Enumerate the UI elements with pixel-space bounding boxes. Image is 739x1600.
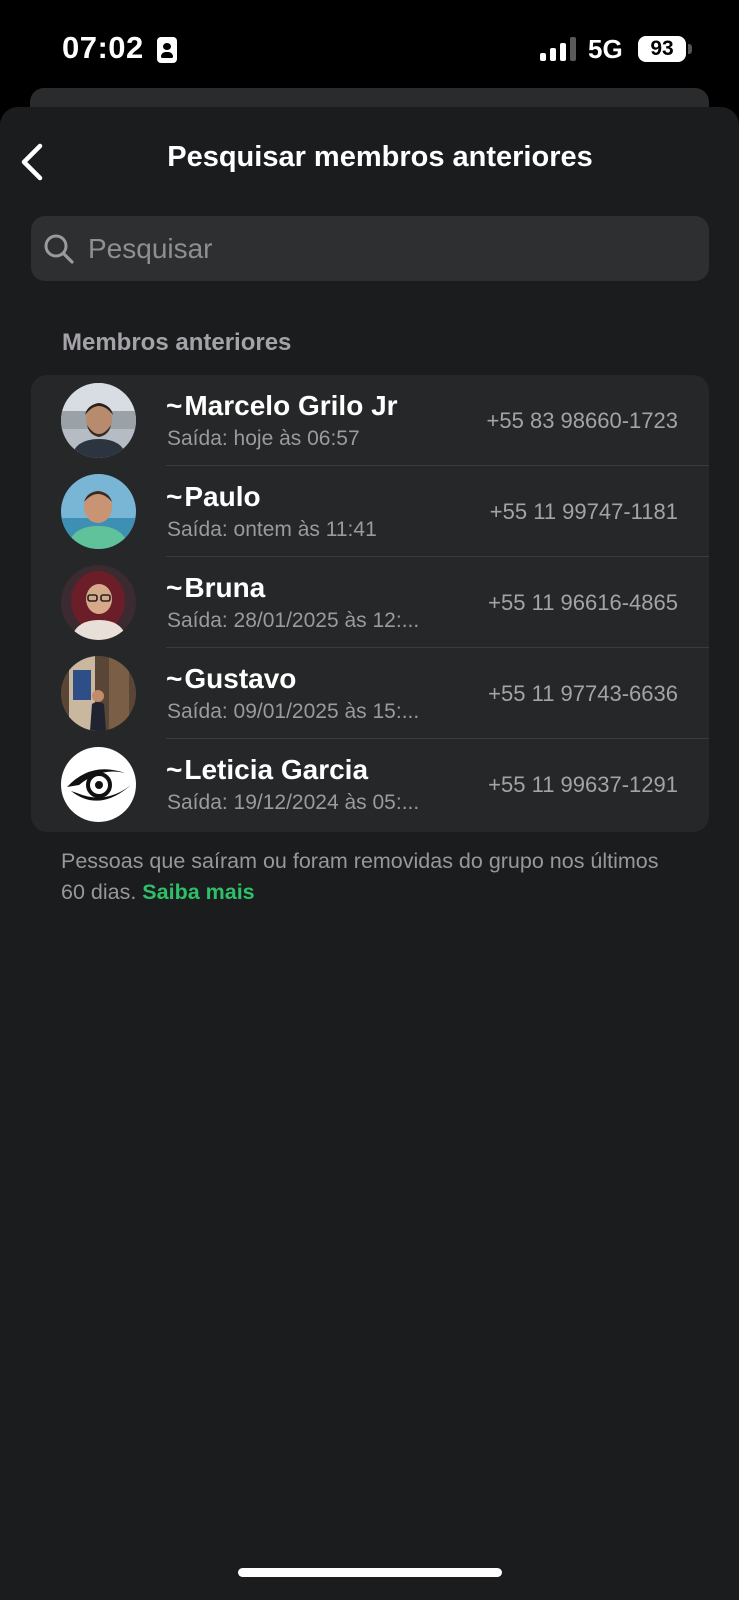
member-name-prefix: ~: [166, 754, 183, 785]
member-phone: +55 11 96616-4865: [488, 590, 678, 615]
member-exit-time: Saída: ontem às 11:41: [167, 518, 377, 541]
home-indicator[interactable]: [238, 1568, 502, 1577]
chevron-left-icon: [21, 143, 43, 181]
avatar: [61, 747, 136, 822]
member-phone: +55 11 97743-6636: [488, 681, 678, 706]
member-exit-time: Saída: hoje às 06:57: [167, 427, 360, 450]
back-button[interactable]: [12, 140, 56, 184]
learn-more-link[interactable]: Saiba mais: [142, 880, 254, 904]
status-bar: 07:02 5G 93: [0, 0, 739, 100]
member-list: ~Marcelo Grilo Jr Saída: hoje às 06:57 +…: [31, 375, 709, 832]
page-title: Pesquisar membros anteriores: [167, 141, 593, 173]
avatar: [61, 474, 136, 549]
avatar: [61, 656, 136, 731]
section-header: Membros anteriores: [62, 329, 292, 356]
member-name-prefix: ~: [166, 481, 183, 512]
battery-tip: [688, 44, 692, 54]
member-exit-time: Saída: 09/01/2025 às 15:...: [167, 700, 420, 723]
search-bar[interactable]: [31, 216, 709, 281]
status-time: 07:02: [62, 30, 144, 65]
member-exit-time: Saída: 19/12/2024 às 05:...: [167, 791, 420, 814]
signal-icon: [540, 37, 578, 61]
member-phone: +55 11 99747-1181: [489, 499, 678, 524]
member-name-prefix: ~: [166, 572, 183, 603]
member-phone: +55 11 99637-1291: [488, 772, 678, 797]
list-item-member[interactable]: ~Paulo Saída: ontem às 11:41 +55 11 9974…: [31, 466, 709, 557]
id-card-icon: [157, 37, 177, 63]
network-type: 5G: [588, 34, 623, 64]
member-phone: +55 83 98660-1723: [486, 408, 678, 433]
battery-icon: 93: [638, 36, 686, 62]
list-item-member[interactable]: ~Marcelo Grilo Jr Saída: hoje às 06:57 +…: [31, 375, 709, 466]
footer-note: Pessoas que saíram ou foram removidas do…: [61, 846, 681, 908]
member-name-prefix: ~: [166, 663, 183, 694]
member-name: Gustavo: [184, 663, 297, 694]
avatar: [61, 383, 136, 458]
member-name: Paulo: [184, 481, 261, 512]
member-name-prefix: ~: [166, 390, 183, 421]
list-item-member[interactable]: ~Gustavo Saída: 09/01/2025 às 15:... +55…: [31, 648, 709, 739]
member-name: Leticia Garcia: [184, 754, 369, 785]
member-name: Bruna: [184, 572, 266, 603]
member-name: Marcelo Grilo Jr: [184, 390, 398, 421]
member-exit-time: Saída: 28/01/2025 às 12:...: [167, 609, 420, 632]
avatar: [61, 565, 136, 640]
search-icon: [44, 234, 74, 264]
list-item-member[interactable]: ~Leticia Garcia Saída: 19/12/2024 às 05:…: [31, 739, 709, 830]
search-input[interactable]: [86, 216, 688, 281]
list-item-member[interactable]: ~Bruna Saída: 28/01/2025 às 12:... +55 1…: [31, 557, 709, 648]
